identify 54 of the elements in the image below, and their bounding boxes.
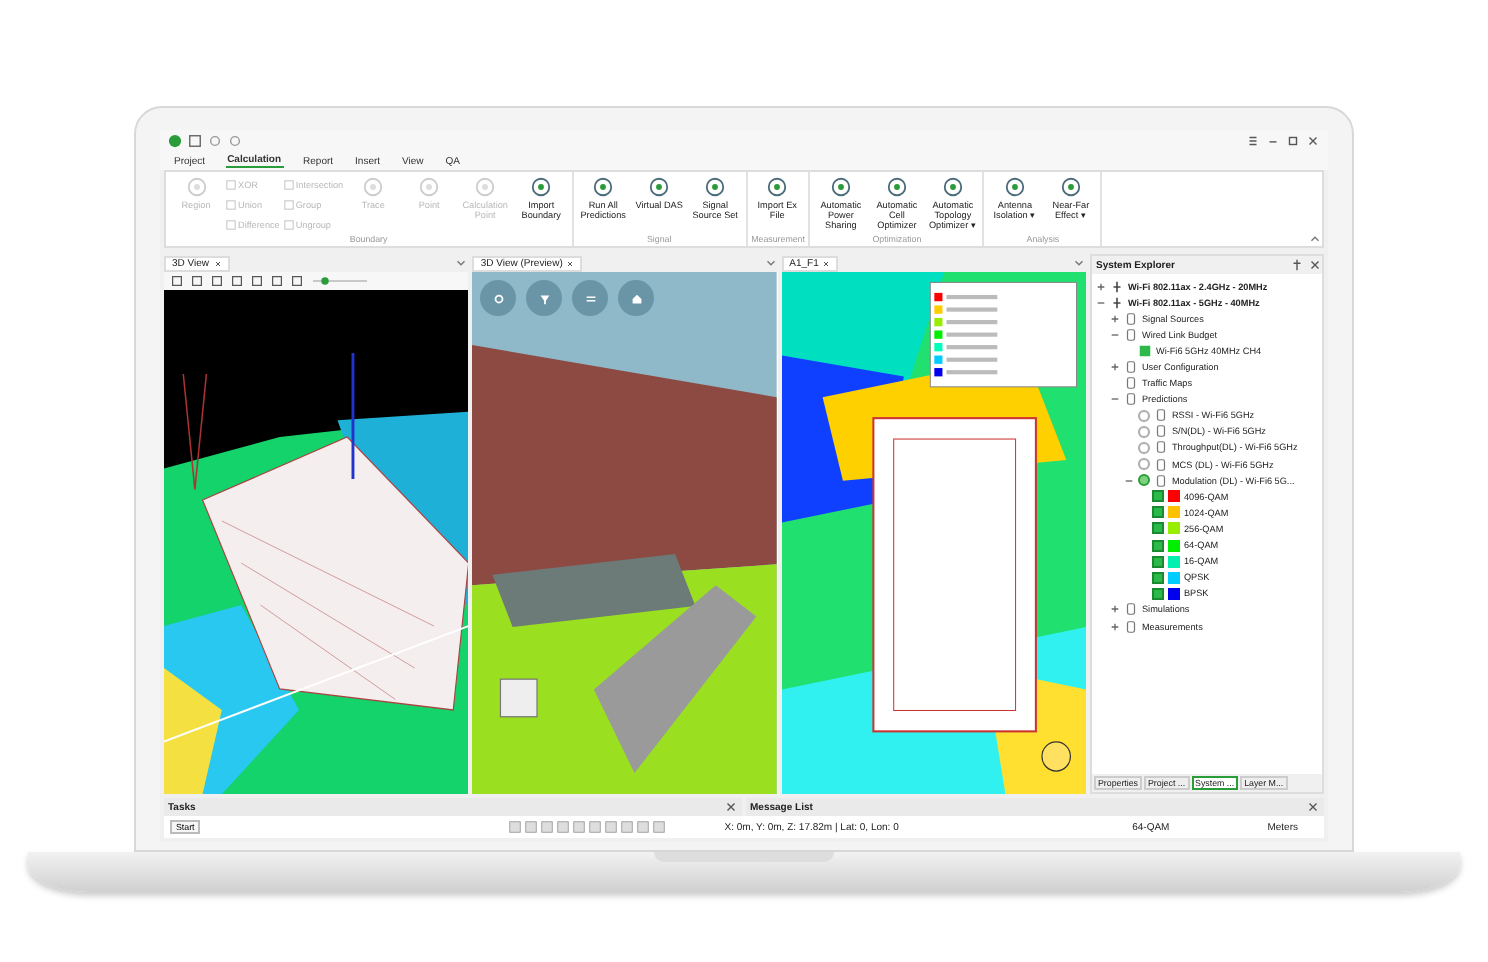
control-icon: [583, 291, 598, 305]
expand-icon[interactable]: [1109, 621, 1120, 632]
collapse-icon[interactable]: [1109, 394, 1120, 405]
square-icon: [1137, 343, 1152, 358]
control-icon: [491, 291, 506, 305]
close-icon[interactable]: [724, 800, 738, 814]
tool-icon: [704, 176, 727, 198]
checkbox[interactable]: [1151, 539, 1164, 552]
checkbox[interactable]: [1151, 555, 1164, 568]
restore-icon[interactable]: [1286, 134, 1300, 148]
tool-icon: [418, 176, 441, 198]
control-icon: [629, 291, 644, 305]
expand-icon[interactable]: [1109, 313, 1120, 324]
expand-icon[interactable]: [1109, 362, 1120, 373]
tool-icon: [474, 176, 497, 198]
checkbox[interactable]: [1151, 506, 1164, 519]
close-icon[interactable]: [1306, 800, 1320, 814]
expand-icon[interactable]: [1109, 604, 1120, 615]
caret-icon[interactable]: [454, 256, 469, 270]
zoom-slider-icon[interactable]: [310, 274, 370, 288]
save-icon[interactable]: [188, 134, 202, 148]
radio-button[interactable]: [1137, 441, 1150, 454]
tool-icon: [829, 176, 852, 198]
tool-icon: [530, 176, 553, 198]
close-icon[interactable]: [1306, 134, 1320, 148]
collapse-icon[interactable]: [1123, 475, 1134, 486]
chevron-icon[interactable]: [1308, 232, 1322, 246]
radio-button[interactable]: [1137, 458, 1150, 471]
tool-icon: [648, 176, 671, 198]
radio-button[interactable]: [1137, 474, 1150, 487]
collapse-icon[interactable]: [1095, 297, 1106, 308]
pin-icon[interactable]: [1289, 258, 1304, 272]
app-logo-icon: [168, 134, 182, 148]
caret-icon[interactable]: [763, 256, 778, 270]
checkbox[interactable]: [1151, 522, 1164, 535]
caret-icon[interactable]: [1071, 256, 1086, 270]
checkbox[interactable]: [1151, 587, 1164, 600]
menu-icon[interactable]: [1246, 134, 1260, 148]
tool-icon: [885, 176, 908, 198]
tool-icon: [766, 176, 789, 198]
tool-icon: [185, 176, 207, 198]
control-icon: [537, 291, 552, 305]
checkbox[interactable]: [1151, 571, 1164, 584]
tool-icon: [1059, 176, 1082, 198]
radio-button[interactable]: [1137, 409, 1150, 422]
expand-icon[interactable]: [1095, 281, 1106, 292]
tool-icon: [941, 176, 964, 198]
collapse-icon[interactable]: [1109, 329, 1120, 340]
close-icon[interactable]: [1307, 258, 1322, 272]
tool-icon: [362, 176, 385, 198]
tool-icon: [1003, 176, 1026, 198]
radio-button[interactable]: [1137, 425, 1150, 438]
tool-icon: [592, 176, 615, 198]
checkbox[interactable]: [1151, 490, 1164, 503]
